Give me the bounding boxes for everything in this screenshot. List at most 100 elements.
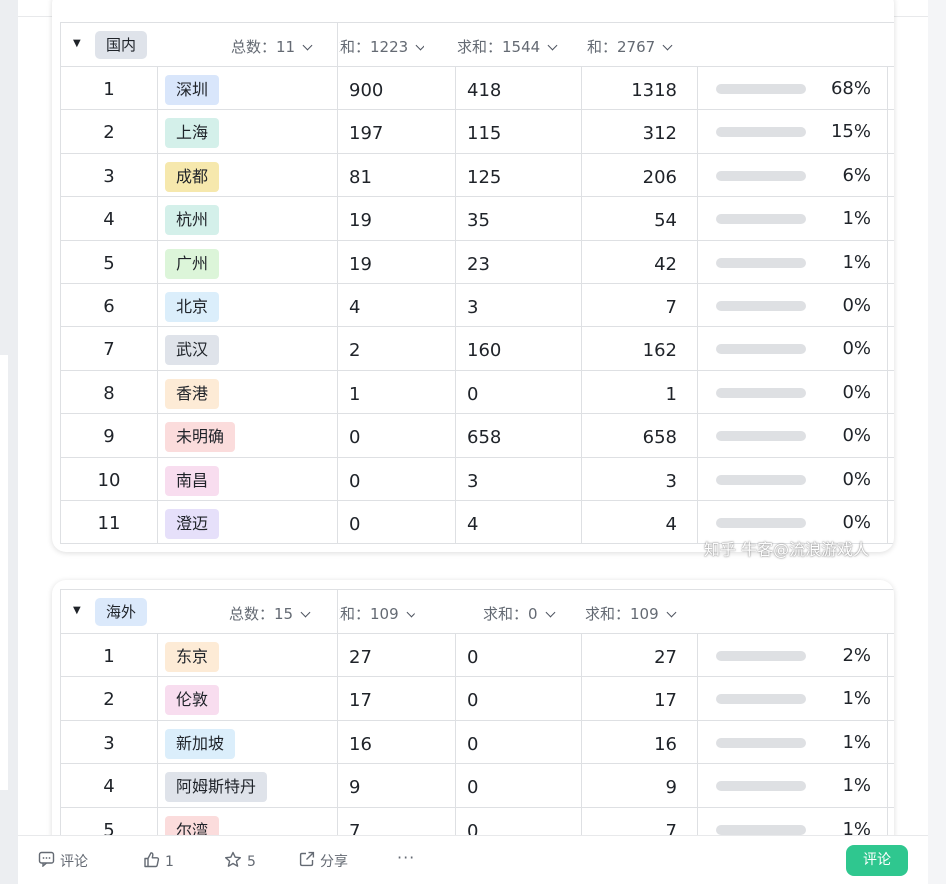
- like-action[interactable]: 1: [143, 851, 174, 872]
- percent-cell: 15%: [830, 121, 871, 143]
- value-cell[interactable]: 0: [349, 471, 360, 492]
- aggregate-dropdown[interactable]: 总数：15: [229, 603, 311, 624]
- more-icon[interactable]: ···: [397, 848, 415, 867]
- aggregate-dropdown[interactable]: 求和：109: [339, 603, 415, 624]
- city-tag[interactable]: 成都: [165, 161, 220, 192]
- table-row[interactable]: 5 广州 19 23 42 1%: [61, 240, 894, 284]
- city-tag[interactable]: 澄迈: [165, 508, 220, 539]
- city-tag[interactable]: 新加坡: [165, 728, 236, 759]
- value-cell[interactable]: 197: [349, 123, 383, 144]
- value-cell[interactable]: 27: [349, 647, 372, 668]
- aggregate-dropdown[interactable]: 求和：109: [585, 603, 677, 624]
- table-row[interactable]: 1 东京 27 0 27 2%: [61, 634, 894, 678]
- value-cell[interactable]: 115: [467, 123, 501, 144]
- column-divider: [697, 240, 698, 283]
- value-cell[interactable]: 125: [467, 167, 501, 188]
- table-row[interactable]: 10 南昌 0 3 3 0%: [61, 457, 894, 501]
- value-cell[interactable]: 0: [467, 734, 478, 755]
- city-tag[interactable]: 香港: [165, 378, 220, 409]
- aggregate-dropdown[interactable]: 总数：11: [231, 36, 313, 57]
- sum-cell[interactable]: 42: [583, 254, 677, 275]
- row-number: 3: [103, 732, 115, 754]
- table-row[interactable]: 7 武汉 2 160 162 0%: [61, 327, 894, 371]
- city-tag[interactable]: 杭州: [165, 205, 220, 236]
- column-divider: [581, 153, 582, 197]
- caret-down-icon[interactable]: ▼: [73, 605, 81, 616]
- sum-cell[interactable]: 27: [583, 647, 677, 668]
- city-tag[interactable]: 广州: [165, 248, 220, 279]
- city-tag[interactable]: 武汉: [165, 335, 220, 366]
- sum-cell[interactable]: 17: [583, 690, 677, 711]
- value-cell[interactable]: 418: [467, 80, 501, 101]
- city-tag[interactable]: 深圳: [165, 75, 220, 105]
- value-cell[interactable]: 0: [467, 647, 478, 668]
- value-cell[interactable]: 0: [467, 384, 478, 405]
- sum-cell[interactable]: 54: [583, 210, 677, 231]
- table-row[interactable]: 4 杭州 19 35 54 1%: [61, 197, 894, 241]
- sum-cell[interactable]: 162: [583, 340, 677, 361]
- value-cell[interactable]: 19: [349, 210, 372, 231]
- star-action[interactable]: 5: [224, 851, 256, 872]
- comment-button[interactable]: 评论: [846, 845, 908, 876]
- table-row[interactable]: 1 深圳 900 418 1318 68%: [61, 67, 894, 111]
- caret-down-icon[interactable]: ▼: [73, 38, 81, 49]
- sum-cell[interactable]: 312: [583, 123, 677, 144]
- aggregate-dropdown[interactable]: 和：2767: [587, 36, 673, 57]
- city-tag[interactable]: 阿姆斯特丹: [165, 772, 268, 803]
- column-divider: [581, 677, 582, 720]
- value-cell[interactable]: 0: [349, 514, 360, 535]
- city-tag[interactable]: 上海: [165, 118, 220, 149]
- value-cell[interactable]: 160: [467, 340, 501, 361]
- sum-cell[interactable]: 7: [583, 297, 677, 318]
- value-cell[interactable]: 3: [467, 297, 478, 318]
- column-divider: [157, 414, 158, 457]
- table-row[interactable]: 2 伦敦 17 0 17 1%: [61, 677, 894, 721]
- value-cell[interactable]: 17: [349, 690, 372, 711]
- group-card-domestic: ▼ 国内 总数：11 求和：1223 求和：1544 和：2767 1 深圳 900 418 131…: [52, 0, 894, 552]
- value-cell[interactable]: 81: [349, 167, 372, 188]
- aggregate-dropdown[interactable]: 求和：1223: [339, 36, 425, 57]
- table-row[interactable]: 8 香港 1 0 1 0%: [61, 370, 894, 415]
- table-row[interactable]: 9 未明确 0 658 658 0%: [61, 414, 894, 458]
- value-cell[interactable]: 4: [467, 514, 478, 535]
- comment-action[interactable]: 评论: [38, 851, 88, 871]
- share-action[interactable]: 分享: [299, 851, 348, 871]
- city-tag[interactable]: 东京: [165, 642, 220, 672]
- value-cell[interactable]: 23: [467, 254, 490, 275]
- value-cell[interactable]: 35: [467, 210, 490, 231]
- value-cell[interactable]: 3: [467, 471, 478, 492]
- value-cell[interactable]: 658: [467, 427, 501, 448]
- percent-cell: 0%: [842, 294, 871, 316]
- table-row[interactable]: 6 北京 4 3 7 0%: [61, 283, 894, 328]
- table-row[interactable]: 3 新加坡 16 0 16 1%: [61, 720, 894, 765]
- sum-cell[interactable]: 4: [583, 514, 677, 535]
- aggregate-dropdown[interactable]: 求和：1544: [457, 36, 558, 57]
- sum-cell[interactable]: 1318: [583, 80, 677, 101]
- city-tag[interactable]: 伦敦: [165, 685, 220, 716]
- value-cell[interactable]: 2: [349, 340, 360, 361]
- value-cell[interactable]: 4: [349, 297, 360, 318]
- sum-cell[interactable]: 16: [583, 734, 677, 755]
- sum-cell[interactable]: 1: [583, 384, 677, 405]
- chevron-down-icon: [545, 607, 555, 618]
- table-row[interactable]: 4 阿姆斯特丹 9 0 9 1%: [61, 764, 894, 808]
- city-tag[interactable]: 北京: [165, 291, 220, 322]
- value-cell[interactable]: 900: [349, 80, 383, 101]
- sum-cell[interactable]: 3: [583, 471, 677, 492]
- value-cell[interactable]: 1: [349, 384, 360, 405]
- table-row[interactable]: 3 成都 81 125 206 6%: [61, 153, 894, 198]
- value-cell[interactable]: 16: [349, 734, 372, 755]
- value-cell[interactable]: 0: [467, 777, 478, 798]
- value-cell[interactable]: 9: [349, 777, 360, 798]
- value-cell[interactable]: 19: [349, 254, 372, 275]
- sum-cell[interactable]: 9: [583, 777, 677, 798]
- value-cell[interactable]: 0: [349, 427, 360, 448]
- table-row[interactable]: 2 上海 197 115 312 15%: [61, 110, 894, 154]
- value-cell[interactable]: 0: [467, 690, 478, 711]
- city-tag[interactable]: 南昌: [165, 465, 220, 496]
- aggregate-dropdown[interactable]: 求和：0: [483, 603, 555, 624]
- sum-cell[interactable]: 658: [583, 427, 677, 448]
- sum-cell[interactable]: 206: [583, 167, 677, 188]
- progress-bar: [716, 300, 806, 311]
- city-tag[interactable]: 未明确: [165, 422, 236, 453]
